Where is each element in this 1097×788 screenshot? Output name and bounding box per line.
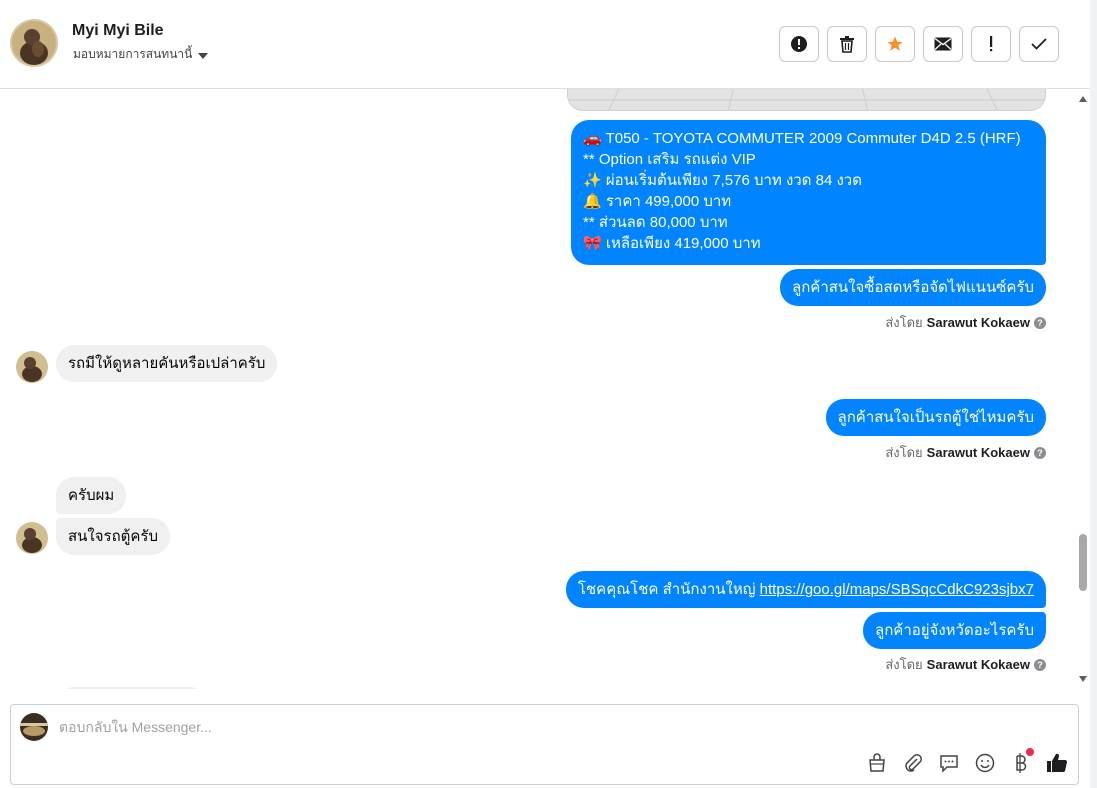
scrollbar-thumb[interactable] bbox=[1079, 534, 1087, 591]
sent-by-prefix: ส่งโดย bbox=[885, 315, 923, 330]
thread-scrollbar[interactable] bbox=[1076, 89, 1090, 689]
outgoing-message[interactable]: โชคคุณโชค สำนักงานใหญ่ https://goo.gl/ma… bbox=[565, 571, 1046, 608]
message-line: ** ส่วนลด 80,000 บาท bbox=[583, 214, 728, 231]
incoming-message[interactable]: รถมีให้ดูหลายคันหรือเปล่าครับ bbox=[56, 345, 278, 382]
scroll-up-arrow-icon[interactable] bbox=[1079, 96, 1087, 102]
message-thread[interactable]: 🚗 T050 - TOYOTA COMMUTER 2009 Commuter D… bbox=[0, 89, 1076, 689]
contact-avatar-small[interactable] bbox=[16, 351, 48, 383]
envelope-icon bbox=[934, 37, 952, 51]
product-image-attachment[interactable] bbox=[567, 89, 1046, 111]
sender-name: Sarawut Kokaew bbox=[926, 657, 1030, 672]
alert-circle-icon bbox=[790, 35, 808, 53]
reply-composer bbox=[10, 704, 1079, 785]
product-details-message[interactable]: 🚗 T050 - TOYOTA COMMUTER 2009 Commuter D… bbox=[571, 120, 1046, 265]
thumbs-up-icon[interactable] bbox=[1046, 752, 1068, 774]
sent-by-label: ส่งโดย Sarawut Kokaew ? bbox=[885, 654, 1046, 675]
composer-toolbar bbox=[866, 748, 1068, 774]
incoming-message-partial[interactable] bbox=[56, 687, 208, 689]
help-icon[interactable]: ? bbox=[1034, 316, 1046, 329]
sent-by-prefix: ส่งโดย bbox=[885, 657, 923, 672]
message-line: ** Option เสริม รถแต่ง VIP bbox=[583, 151, 756, 168]
assign-conversation-dropdown[interactable]: มอบหมายการสนทนานี้ bbox=[73, 45, 209, 64]
paperclip-icon[interactable] bbox=[902, 752, 924, 774]
mark-done-button[interactable] bbox=[1019, 26, 1059, 62]
contact-avatar-small[interactable] bbox=[16, 522, 48, 554]
outgoing-message[interactable]: ลูกค้าสนใจเป็นรถตู้ใช่ไหมครับ bbox=[825, 399, 1046, 436]
message-text: โชคคุณโชค สำนักงานใหญ่ bbox=[577, 581, 760, 598]
outgoing-message[interactable]: ลูกค้าสนใจซื้อสดหรือจัดไฟแนนซ์ครับ bbox=[780, 269, 1046, 306]
contact-name[interactable]: Myi Myi Bile bbox=[72, 22, 164, 40]
message-line: 🔔 ราคา 499,000 บาท bbox=[583, 193, 732, 210]
checkmark-icon bbox=[1031, 38, 1047, 50]
sent-by-label: ส่งโดย Sarawut Kokaew ? bbox=[885, 442, 1046, 463]
page-avatar bbox=[20, 713, 48, 741]
delete-button[interactable] bbox=[827, 26, 867, 62]
shopping-bag-icon[interactable] bbox=[866, 752, 888, 774]
message-line: 🎀 เหลือเพียง 419,000 บาท bbox=[583, 235, 761, 252]
maps-link[interactable]: https://goo.gl/maps/SBSqcCdkC923sjbx7 bbox=[760, 581, 1034, 598]
message-line: ✨ ผ่อนเริ่มต้นเพียง 7,576 บาท งวด 84 งวด bbox=[583, 172, 862, 189]
star-button[interactable] bbox=[875, 26, 915, 62]
emoji-icon[interactable] bbox=[974, 752, 996, 774]
scroll-down-arrow-icon[interactable] bbox=[1079, 676, 1087, 682]
mark-unread-button[interactable] bbox=[923, 26, 963, 62]
sent-by-label: ส่งโดย Sarawut Kokaew ? bbox=[885, 312, 1046, 333]
sent-by-prefix: ส่งโดย bbox=[885, 445, 923, 460]
baht-payment-icon[interactable] bbox=[1010, 748, 1034, 774]
contact-avatar[interactable] bbox=[10, 19, 58, 67]
outgoing-message[interactable]: ลูกค้าอยู่จังหวัดอะไรครับ bbox=[863, 612, 1046, 649]
assign-label: มอบหมายการสนทนานี้ bbox=[73, 47, 193, 61]
reply-input[interactable] bbox=[59, 715, 959, 739]
follow-up-button[interactable] bbox=[971, 26, 1011, 62]
notification-dot bbox=[1026, 748, 1034, 756]
incoming-message[interactable]: สนใจรถตู้ครับ bbox=[56, 518, 171, 555]
exclamation-icon bbox=[988, 36, 994, 52]
conversation-header: Myi Myi Bile มอบหมายการสนทนานี้ bbox=[0, 0, 1090, 89]
window-edge bbox=[1090, 0, 1097, 788]
help-icon[interactable]: ? bbox=[1034, 658, 1046, 671]
trash-icon bbox=[839, 35, 855, 53]
sender-name: Sarawut Kokaew bbox=[926, 445, 1030, 460]
star-icon bbox=[886, 35, 904, 53]
spam-button[interactable] bbox=[779, 26, 819, 62]
incoming-message[interactable]: ครับผม bbox=[56, 477, 127, 514]
help-icon[interactable]: ? bbox=[1034, 446, 1046, 459]
conversation-actions bbox=[779, 26, 1059, 62]
saved-replies-icon[interactable] bbox=[938, 752, 960, 774]
sender-name: Sarawut Kokaew bbox=[926, 315, 1030, 330]
chevron-down-icon bbox=[198, 52, 209, 59]
message-line: 🚗 T050 - TOYOTA COMMUTER 2009 Commuter D… bbox=[583, 130, 1021, 147]
